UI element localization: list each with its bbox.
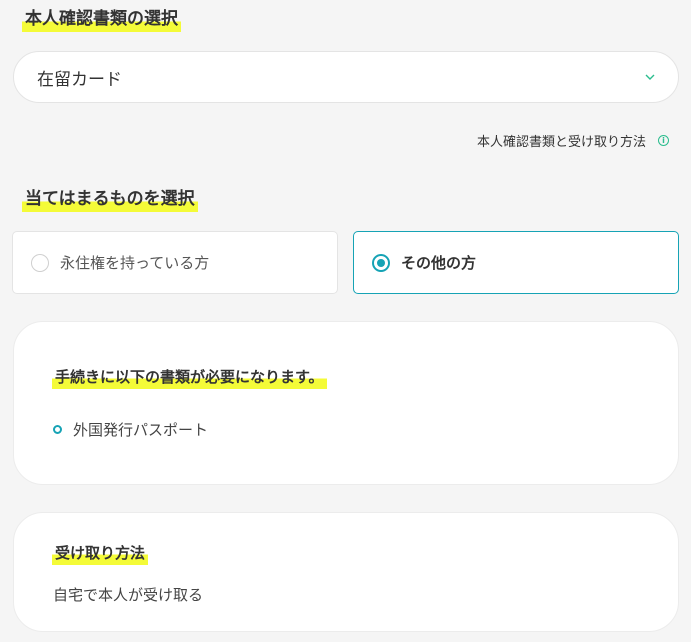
receipt-method-text: 自宅で本人が受け取る: [53, 586, 204, 604]
applicable-section-title: 当てはまるものを選択: [22, 187, 198, 212]
bullet-icon: [53, 425, 62, 434]
id-document-help-link[interactable]: 本人確認書類と受け取り方法 i: [477, 131, 669, 150]
document-name: 外国発行パスポート: [73, 421, 209, 439]
id-document-section-title: 本人確認書類の選択: [22, 7, 181, 32]
id-document-select-value: 在留カード: [37, 69, 122, 90]
required-documents-card: 手続きに以下の書類が必要になります。 外国発行パスポート: [13, 321, 679, 485]
option-permanent-resident[interactable]: 永住権を持っている方: [12, 231, 338, 294]
info-icon: i: [658, 135, 669, 146]
option-label: 永住権を持っている方: [60, 254, 210, 272]
chevron-down-icon: [645, 74, 655, 80]
required-documents-title: 手続きに以下の書類が必要になります。: [52, 366, 327, 389]
option-others[interactable]: その他の方: [353, 231, 679, 294]
id-document-select[interactable]: 在留カード: [13, 51, 679, 103]
radio-button-unchecked[interactable]: [31, 253, 49, 272]
page: 本人確認書類の選択 在留カード 本人確認書類と受け取り方法 i 当てはまるものを…: [0, 0, 691, 642]
help-link-label: 本人確認書類と受け取り方法: [476, 135, 646, 150]
option-label: その他の方: [401, 254, 477, 272]
receipt-method-card: 受け取り方法 自宅で本人が受け取る: [13, 512, 679, 632]
list-item: 外国発行パスポート: [53, 419, 208, 440]
radio-button-checked[interactable]: [372, 253, 390, 272]
receipt-method-title: 受け取り方法: [52, 542, 149, 565]
